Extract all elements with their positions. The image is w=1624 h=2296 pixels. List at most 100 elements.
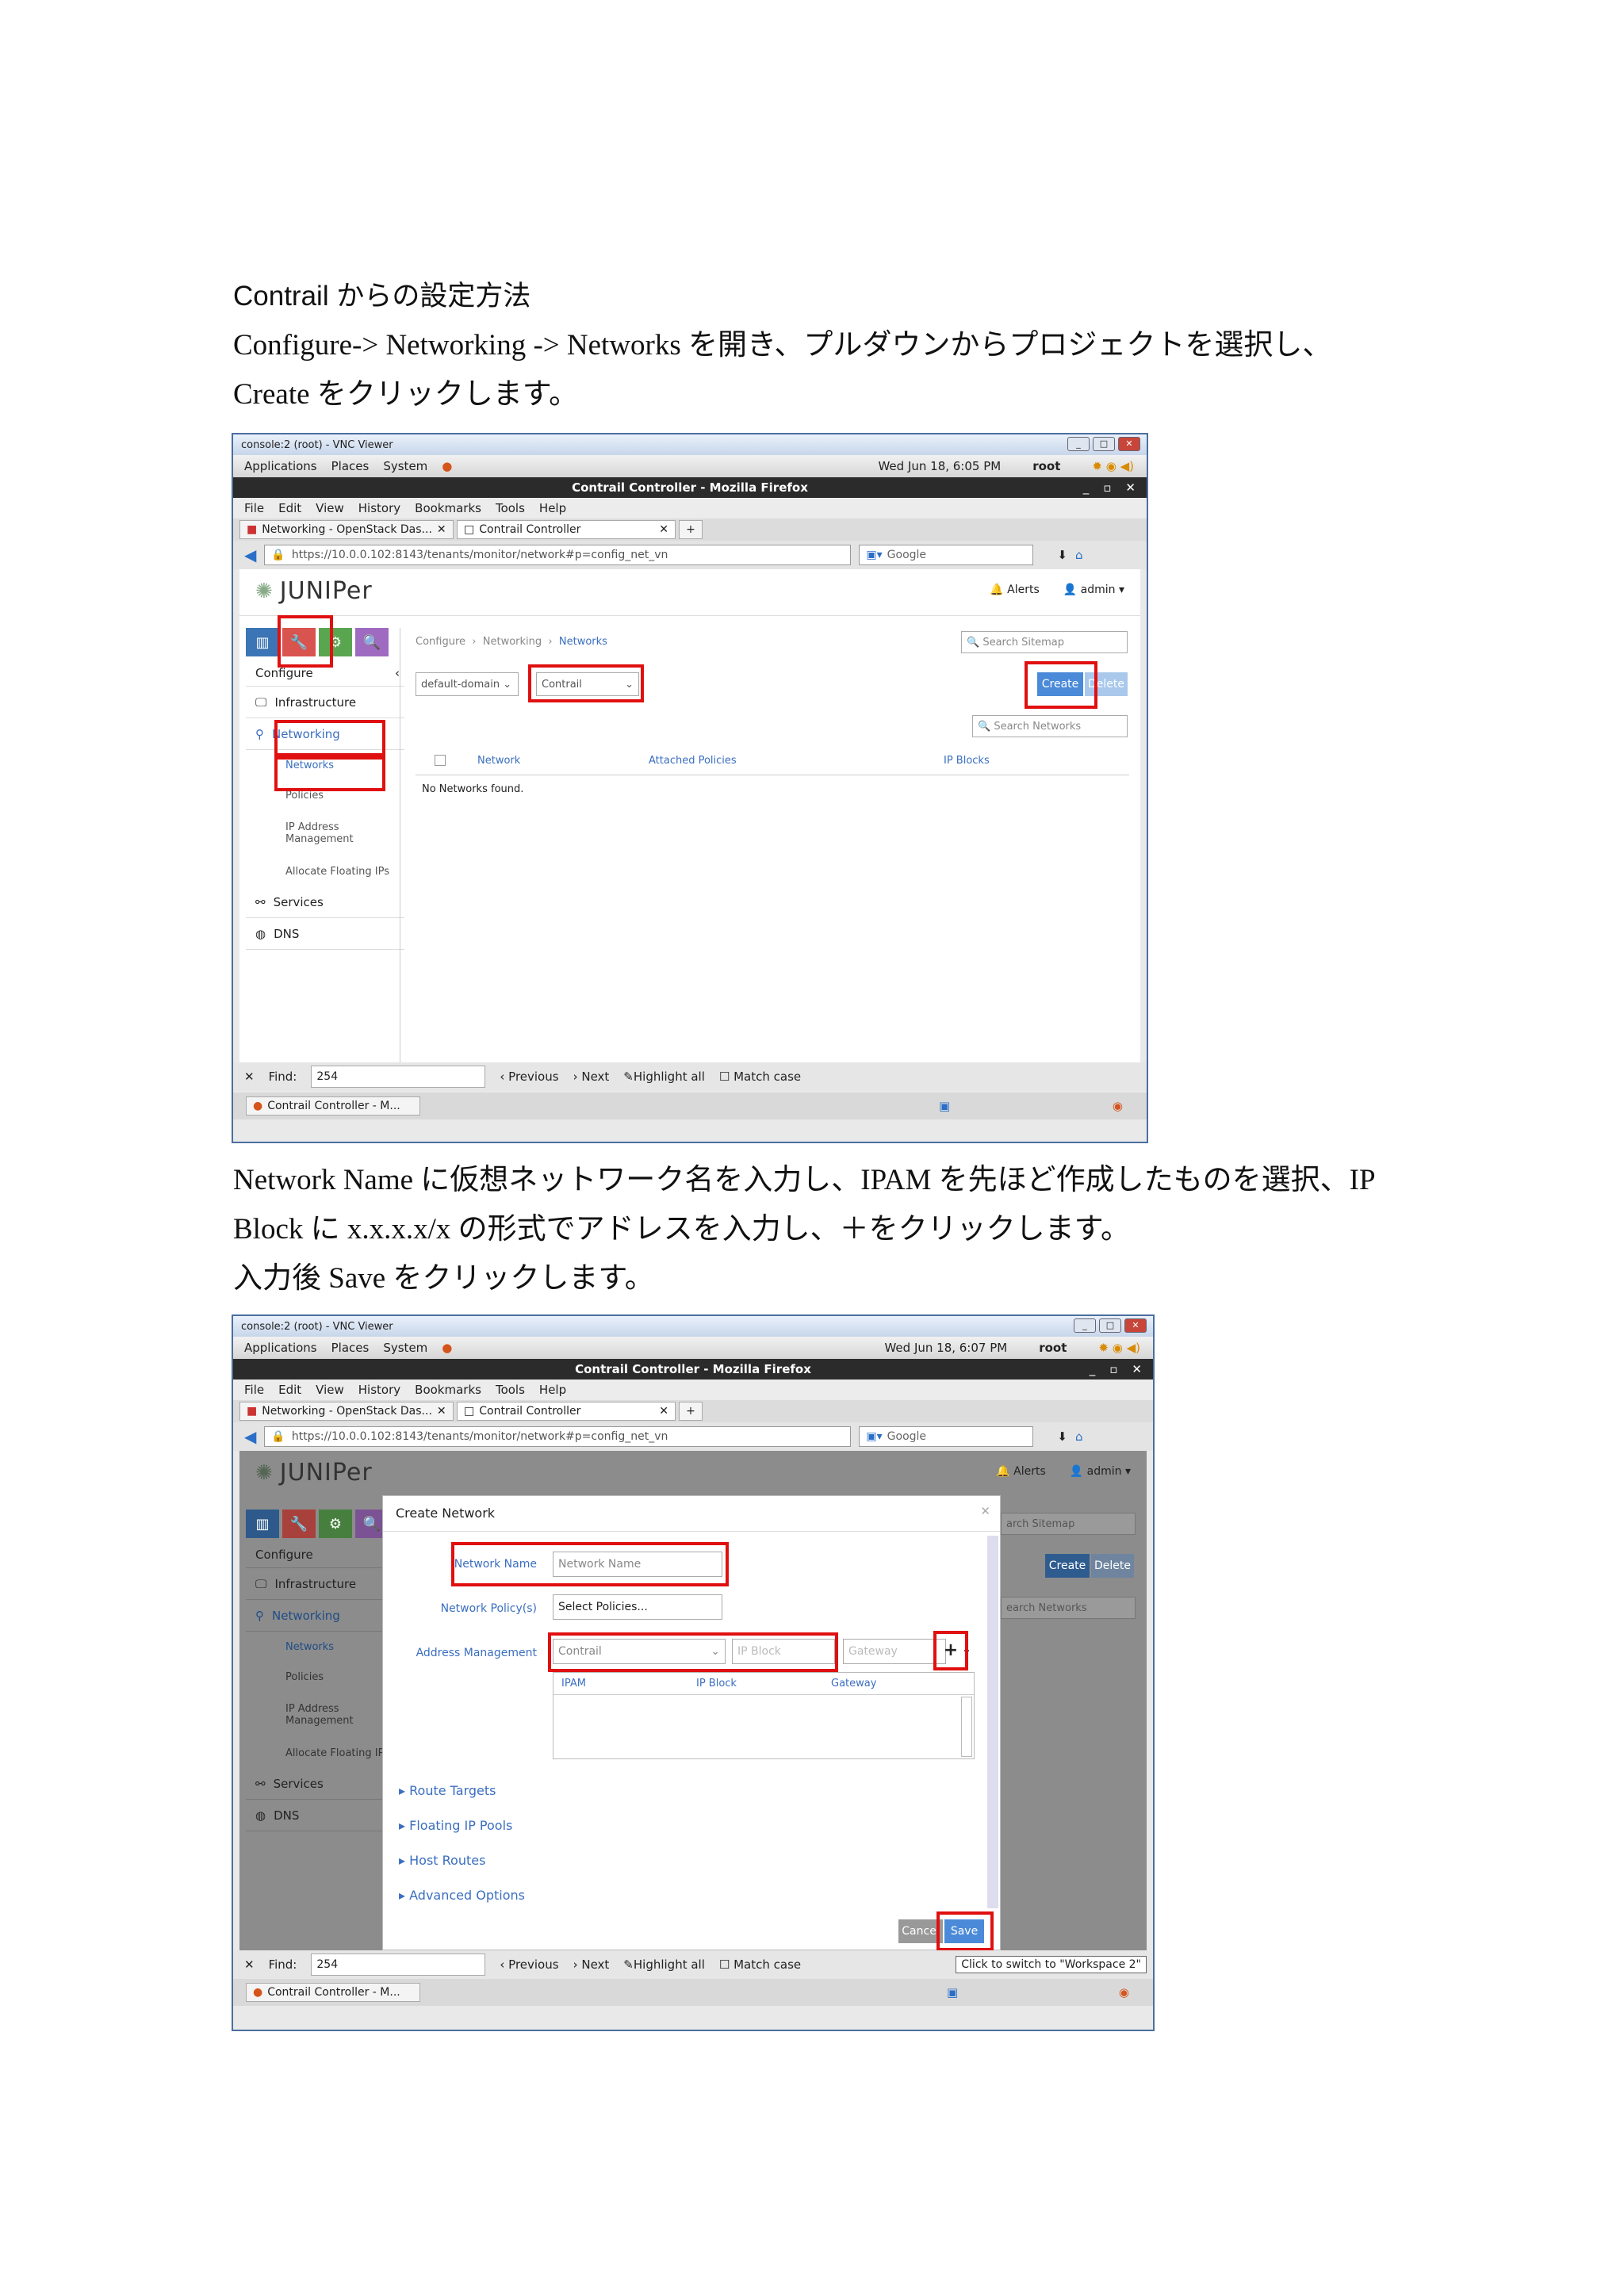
highlight-all[interactable]: ✎Highlight all: [623, 1957, 705, 1972]
firefox-launcher-icon[interactable]: ●: [442, 459, 452, 473]
minimize-icon[interactable]: _: [1083, 480, 1090, 495]
sidebar-item-dns[interactable]: ◍ DNS: [246, 1800, 404, 1831]
home-icon[interactable]: ⌂: [1075, 548, 1083, 562]
tab-openstack[interactable]: ■ Networking - OpenStack Das... ✕: [239, 520, 454, 539]
url-bar[interactable]: 🔒 https://10.0.0.102:8143/tenants/monitor…: [264, 545, 852, 565]
new-tab-button[interactable]: +: [679, 520, 703, 539]
back-icon[interactable]: ◀: [244, 545, 256, 564]
find-next[interactable]: › Next: [573, 1957, 610, 1972]
dialog-close-icon[interactable]: ✕: [980, 1504, 990, 1518]
create-button[interactable]: Create: [1045, 1554, 1090, 1578]
search-sitemap-input[interactable]: 🔍 Search Sitemap: [961, 631, 1128, 653]
maximize-icon[interactable]: □: [1093, 437, 1115, 451]
sidebar-item-services[interactable]: ⚯ Services: [246, 1768, 404, 1800]
tab-openstack[interactable]: ■ Networking - OpenStack Das... ✕: [239, 1402, 454, 1421]
restore-icon[interactable]: ▫: [1103, 480, 1111, 495]
close-tab-icon[interactable]: ✕: [437, 1405, 446, 1418]
route-targets-section[interactable]: ▸ Route Targets: [399, 1783, 496, 1798]
find-previous[interactable]: ‹ Previous: [500, 1957, 558, 1972]
sidebar-sub-floating-ips[interactable]: Allocate Floating IPs: [246, 1738, 404, 1768]
maximize-icon[interactable]: □: [1099, 1318, 1121, 1333]
gnome-menu-system[interactable]: System: [383, 1341, 427, 1355]
clock[interactable]: Wed Jun 18, 6:05 PM: [878, 459, 1001, 473]
user-name[interactable]: root: [1032, 459, 1060, 473]
menu-history[interactable]: History: [358, 1383, 400, 1397]
search-networks-input[interactable]: 🔍 Search Networks: [972, 715, 1128, 737]
minimize-icon[interactable]: _: [1074, 1318, 1096, 1333]
highlight-all[interactable]: ✎Highlight all: [623, 1070, 705, 1084]
firefox-tray-icon[interactable]: ◉: [1119, 1985, 1129, 1999]
firefox-tray-icon[interactable]: ◉: [1113, 1099, 1123, 1113]
sidebar-item-networking[interactable]: ⚲ Networking: [246, 1600, 404, 1632]
select-all-checkbox[interactable]: [435, 755, 446, 766]
floating-ip-pools-section[interactable]: ▸ Floating IP Pools: [399, 1818, 512, 1833]
gateway-input[interactable]: Gateway: [843, 1639, 946, 1664]
url-bar[interactable]: 🔒 https://10.0.0.102:8143/tenants/monitor…: [264, 1426, 852, 1447]
workspace-icon[interactable]: ▣: [939, 1099, 950, 1113]
close-tab-icon[interactable]: ✕: [659, 1405, 668, 1418]
dialog-scrollbar[interactable]: [987, 1536, 998, 1908]
monitor-icon[interactable]: ▥: [246, 628, 279, 656]
find-input[interactable]: 254: [311, 1954, 486, 1976]
advanced-options-section[interactable]: ▸ Advanced Options: [399, 1888, 525, 1903]
taskbar-window-button[interactable]: ● Contrail Controller - M...: [246, 1096, 420, 1115]
menu-file[interactable]: File: [244, 1383, 264, 1397]
minimize-icon[interactable]: _: [1090, 1362, 1096, 1376]
admin-menu[interactable]: 👤 admin ▾: [1063, 584, 1124, 596]
sidebar-sub-networks[interactable]: Networks: [246, 1632, 404, 1662]
close-icon[interactable]: ✕: [1132, 1362, 1142, 1376]
admin-menu[interactable]: 👤 admin ▾: [1070, 1465, 1131, 1478]
alerts-link[interactable]: 🔔 Alerts: [990, 584, 1040, 596]
menu-help[interactable]: Help: [539, 501, 566, 515]
downloads-icon[interactable]: ⬇: [1057, 548, 1067, 562]
user-name[interactable]: root: [1039, 1341, 1067, 1355]
sidebar-item-infrastructure[interactable]: 🖵 Infrastructure: [246, 1568, 404, 1600]
menu-edit[interactable]: Edit: [278, 1383, 301, 1397]
domain-select[interactable]: default-domain ⌄: [416, 672, 519, 696]
sidebar-item-infrastructure[interactable]: 🖵 Infrastructure: [246, 687, 404, 718]
close-tab-icon[interactable]: ✕: [437, 523, 446, 536]
tab-contrail[interactable]: □ Contrail Controller ✕: [457, 520, 676, 539]
host-routes-section[interactable]: ▸ Host Routes: [399, 1853, 485, 1868]
menu-file[interactable]: File: [244, 501, 264, 515]
match-case-checkbox[interactable]: ☐ Match case: [719, 1957, 801, 1972]
monitor-icon[interactable]: ▥: [246, 1510, 279, 1538]
search-engine-box[interactable]: ▣▾ Google: [859, 1426, 1034, 1447]
clock[interactable]: Wed Jun 18, 6:07 PM: [884, 1341, 1007, 1355]
match-case-checkbox[interactable]: ☐ Match case: [719, 1070, 801, 1084]
close-icon[interactable]: ✕: [1124, 1318, 1147, 1333]
back-icon[interactable]: ◀: [244, 1427, 256, 1446]
sidebar-sub-ipam[interactable]: IP Address Management: [246, 1692, 381, 1738]
search-networks-input[interactable]: earch Networks: [1001, 1597, 1136, 1619]
menu-help[interactable]: Help: [539, 1383, 566, 1397]
close-icon[interactable]: ✕: [1118, 437, 1140, 451]
close-find-icon[interactable]: ✕: [244, 1070, 255, 1084]
new-tab-button[interactable]: +: [679, 1402, 703, 1421]
table-scrollbar[interactable]: [961, 1697, 972, 1757]
close-tab-icon[interactable]: ✕: [659, 523, 668, 536]
find-next[interactable]: › Next: [573, 1070, 610, 1084]
restore-icon[interactable]: ▫: [1109, 1362, 1117, 1376]
delete-button[interactable]: Delete: [1091, 1554, 1134, 1578]
gnome-menu-applications[interactable]: Applications: [244, 459, 317, 473]
close-icon[interactable]: ✕: [1125, 480, 1136, 495]
network-policy-select[interactable]: Select Policies...: [553, 1594, 722, 1620]
query-icon[interactable]: 🔍: [355, 628, 389, 656]
menu-edit[interactable]: Edit: [278, 501, 301, 515]
sidebar-sub-ipam[interactable]: IP Address Management: [246, 810, 381, 856]
gnome-menu-places[interactable]: Places: [331, 459, 370, 473]
sidebar-item-services[interactable]: ⚯ Services: [246, 886, 404, 918]
home-icon[interactable]: ⌂: [1075, 1429, 1083, 1444]
menu-view[interactable]: View: [316, 501, 344, 515]
search-engine-box[interactable]: ▣▾ Google: [859, 545, 1034, 565]
menu-view[interactable]: View: [316, 1383, 344, 1397]
firefox-launcher-icon[interactable]: ●: [442, 1341, 452, 1355]
gnome-menu-places[interactable]: Places: [331, 1341, 370, 1355]
configure-icon[interactable]: 🔧: [282, 1510, 316, 1538]
sidebar-item-dns[interactable]: ◍ DNS: [246, 918, 404, 950]
gnome-menu-system[interactable]: System: [383, 459, 427, 473]
settings-icon[interactable]: ⚙: [319, 1510, 352, 1538]
menu-history[interactable]: History: [358, 501, 400, 515]
sidebar-sub-floating-ips[interactable]: Allocate Floating IPs: [246, 856, 404, 886]
menu-bookmarks[interactable]: Bookmarks: [415, 1383, 481, 1397]
